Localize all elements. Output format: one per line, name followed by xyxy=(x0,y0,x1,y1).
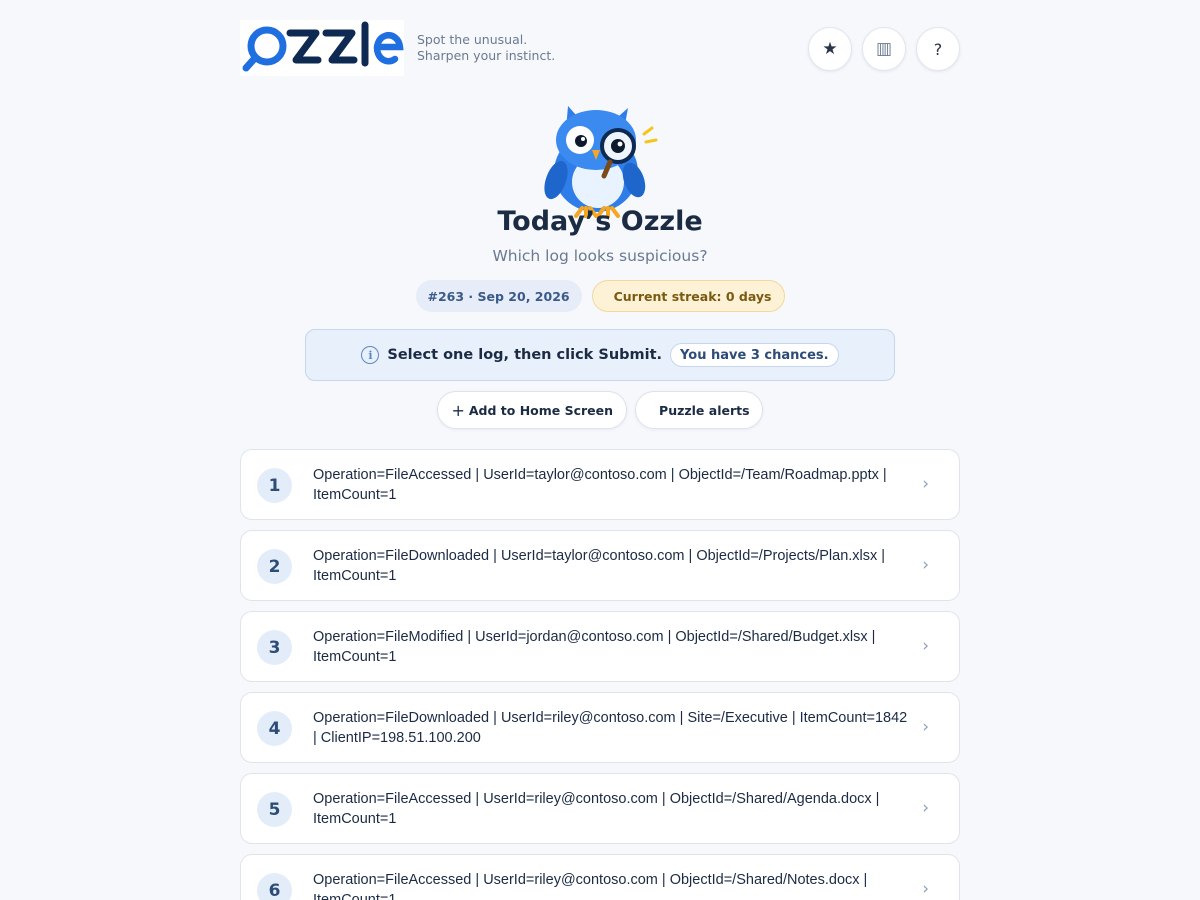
info-icon: i xyxy=(361,346,380,364)
page: Spot the unusual. Sharpen your instinct.… xyxy=(0,0,1200,900)
chevron-right-icon: › xyxy=(922,879,929,899)
log-text: Operation=FileAccessed | UserId=riley@co… xyxy=(313,791,880,827)
log-text: Operation=FileAccessed | UserId=riley@co… xyxy=(313,872,868,900)
chevron-right-icon: › xyxy=(922,636,929,656)
log-item[interactable]: 3 Operation=FileModified | UserId=jordan… xyxy=(240,611,960,682)
help-icon: ? xyxy=(933,39,943,59)
log-text: Operation=FileDownloaded | UserId=taylor… xyxy=(313,548,886,584)
help-button[interactable]: ? xyxy=(916,27,960,71)
log-number: 2 xyxy=(257,549,292,584)
ozzle-logo-graphic xyxy=(240,20,404,76)
ozzle-logo[interactable] xyxy=(240,20,404,76)
page-title: Today’s Ozzle xyxy=(497,206,703,237)
log-item[interactable]: 1 Operation=FileAccessed | UserId=taylor… xyxy=(240,449,960,520)
instructions-banner: i Select one log, then click Submit. You… xyxy=(305,329,895,381)
action-row: + Add to Home Screen Puzzle alerts xyxy=(0,391,1200,429)
chevron-right-icon: › xyxy=(922,798,929,818)
owl-mascot-icon xyxy=(544,106,658,219)
log-number: 5 xyxy=(257,792,292,827)
puzzle-meta: #263 · Sep 20, 2026 Current streak: 0 da… xyxy=(0,280,1200,312)
log-item[interactable]: 6 Operation=FileAccessed | UserId=riley@… xyxy=(240,854,960,900)
log-text: Operation=FileDownloaded | UserId=riley@… xyxy=(313,710,908,746)
tagline: Spot the unusual. Sharpen your instinct. xyxy=(417,32,555,64)
tagline-line-1: Spot the unusual. xyxy=(417,32,528,47)
log-number: 6 xyxy=(257,873,292,900)
puzzle-alerts-label: Puzzle alerts xyxy=(659,402,750,418)
archive-button[interactable]: ▥ xyxy=(862,27,906,71)
log-text: Operation=FileModified | UserId=jordan@c… xyxy=(313,629,876,665)
chevron-right-icon: › xyxy=(922,474,929,494)
star-icon: ★ xyxy=(822,39,838,59)
streak-badge: Current streak: 0 days xyxy=(591,280,785,312)
calendar-grid-icon: ▥ xyxy=(875,39,893,59)
log-number: 3 xyxy=(257,630,292,665)
chances-badge: You have 3 chances. xyxy=(670,343,839,367)
add-to-home-screen-label: Add to Home Screen xyxy=(468,402,614,418)
log-number: 4 xyxy=(257,711,292,746)
plus-icon: + xyxy=(451,400,465,420)
log-item[interactable]: 4 Operation=FileDownloaded | UserId=rile… xyxy=(240,692,960,763)
stats-button[interactable]: ★ xyxy=(808,27,852,71)
log-item[interactable]: 5 Operation=FileAccessed | UserId=riley@… xyxy=(240,773,960,844)
owl-mascot xyxy=(530,100,670,219)
puzzle-alerts-button[interactable]: Puzzle alerts xyxy=(635,391,763,429)
chevron-right-icon: › xyxy=(922,555,929,575)
log-list: 1 Operation=FileAccessed | UserId=taylor… xyxy=(240,449,960,900)
instructions-text: Select one log, then click Submit. xyxy=(387,347,663,363)
add-to-home-screen-button[interactable]: + Add to Home Screen xyxy=(437,391,628,429)
chevron-right-icon: › xyxy=(922,717,929,737)
log-item[interactable]: 2 Operation=FileDownloaded | UserId=tayl… xyxy=(240,530,960,601)
log-number: 1 xyxy=(257,468,292,503)
puzzle-number-badge: #263 · Sep 20, 2026 xyxy=(415,280,582,312)
log-text: Operation=FileAccessed | UserId=taylor@c… xyxy=(313,467,887,503)
page-subtitle: Which log looks suspicious? xyxy=(492,247,708,265)
tagline-line-2: Sharpen your instinct. xyxy=(417,48,556,63)
